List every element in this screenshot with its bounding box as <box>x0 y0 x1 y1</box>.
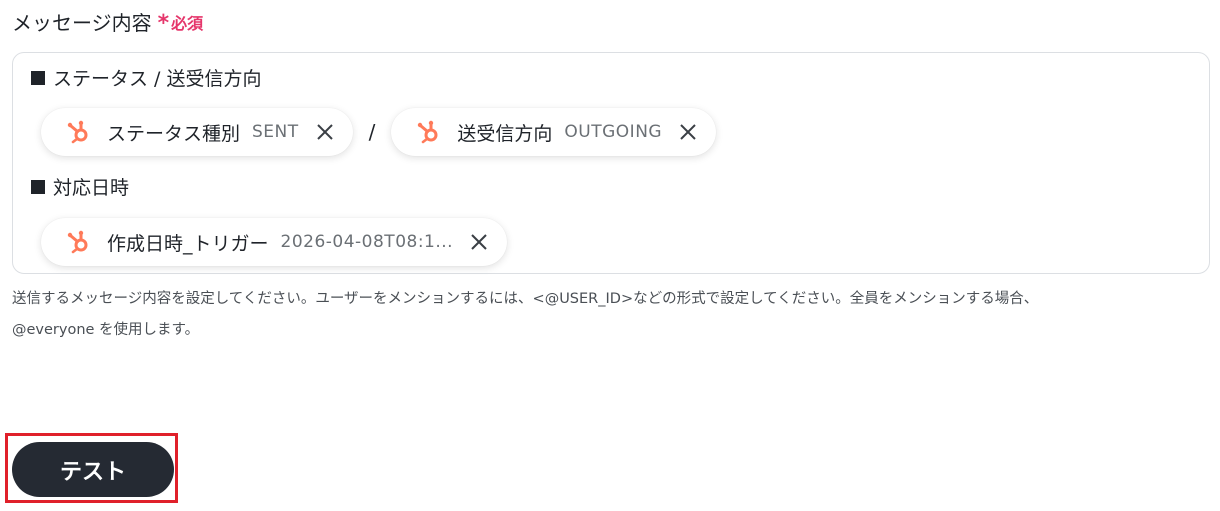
chip-separator: / <box>368 120 376 144</box>
hubspot-icon <box>67 230 88 254</box>
close-icon[interactable] <box>469 232 489 252</box>
chip-name: ステータス種別 <box>107 122 241 145</box>
chip-name: 作成日時_トリガー <box>107 232 269 255</box>
section-heading-status: ステータス / 送受信方向 <box>31 64 261 91</box>
help-text-line-2: @everyone を使用します。 <box>12 322 200 338</box>
chip-row-status: ステータス種別 SENT / 送受信方向 OUTGOING <box>41 108 717 156</box>
close-icon[interactable] <box>678 122 698 142</box>
section-heading-text: ステータス / 送受信方向 <box>53 68 262 90</box>
help-text-line-1: 送信するメッセージ内容を設定してください。ユーザーをメンションするには、<@US… <box>12 291 1039 307</box>
chip-value: OUTGOING <box>564 122 663 142</box>
square-bullet-icon <box>31 70 45 85</box>
section-heading-text: 対応日時 <box>53 177 130 199</box>
chip-value: 2026-04-08T08:1... <box>280 232 454 252</box>
hubspot-icon <box>67 120 88 144</box>
test-button[interactable]: テスト <box>12 442 174 497</box>
required-asterisk: * <box>157 10 170 36</box>
variable-chip-direction[interactable]: 送受信方向 OUTGOING <box>391 108 717 156</box>
hubspot-icon <box>418 120 438 144</box>
required-text: 必須 <box>171 13 204 33</box>
chip-name: 送受信方向 <box>457 122 553 145</box>
variable-chip-status-type[interactable]: ステータス種別 SENT <box>41 108 353 156</box>
chip-value: SENT <box>252 122 299 142</box>
chip-row-datetime: 作成日時_トリガー 2026-04-08T08:1... <box>41 218 508 266</box>
message-editor[interactable]: ステータス / 送受信方向 ステータス種別 SENT / 送受信方向 OUTGO… <box>12 52 1210 274</box>
variable-chip-created-at[interactable]: 作成日時_トリガー 2026-04-08T08:1... <box>41 218 508 266</box>
section-heading-datetime: 対応日時 <box>31 173 129 200</box>
required-indicator: * 必須 <box>158 9 204 35</box>
close-icon[interactable] <box>315 122 335 142</box>
square-bullet-icon <box>31 179 45 194</box>
help-text: 送信するメッセージ内容を設定してください。ユーザーをメンションするには、<@US… <box>12 284 1207 346</box>
field-label: メッセージ内容 * 必須 <box>12 7 203 36</box>
message-content-label: メッセージ内容 <box>12 11 152 35</box>
